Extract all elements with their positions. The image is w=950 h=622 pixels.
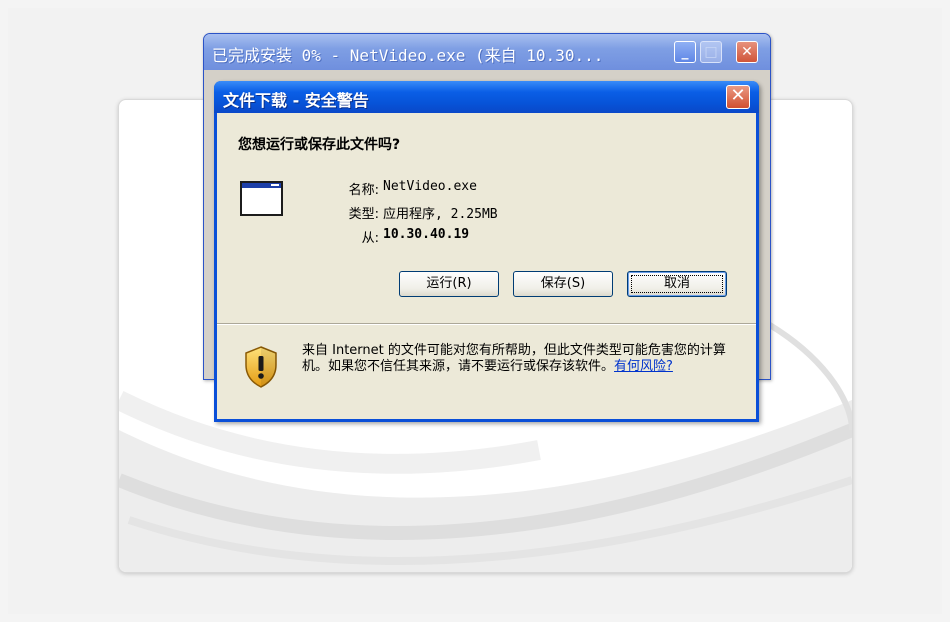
file-source-value: 10.30.40.19 <box>383 227 470 242</box>
minimize-button[interactable]: _ <box>674 41 696 63</box>
dialog-title: 文件下载 - 安全警告 <box>223 91 369 110</box>
minimize-icon: _ <box>681 44 689 60</box>
file-type-value: 应用程序, 2.25MB <box>383 207 498 222</box>
file-download-security-dialog: 文件下载 - 安全警告 ✕ 您想运行或保存此文件吗? 名称: NetVideo.… <box>214 81 759 422</box>
dialog-close-button[interactable]: ✕ <box>726 85 750 109</box>
progress-window-close-button[interactable]: ✕ <box>736 41 758 63</box>
close-icon: ✕ <box>741 44 753 60</box>
application-window-icon <box>240 181 283 216</box>
security-warning-text: 来自 Internet 的文件可能对您有所帮助，但此文件类型可能危害您的计算机。… <box>302 343 742 375</box>
file-type-label: 类型: <box>348 207 379 222</box>
question-heading: 您想运行或保存此文件吗? <box>238 137 401 153</box>
file-name-value: NetVideo.exe <box>383 179 477 194</box>
cancel-button[interactable]: 取消 <box>627 271 727 297</box>
save-button[interactable]: 保存(S) <box>513 271 613 297</box>
file-name-label: 名称: <box>348 183 379 198</box>
progress-window-titlebar[interactable]: 已完成安装 0% - NetVideo.exe (来自 10.30... _ □… <box>204 34 770 70</box>
risk-link[interactable]: 有何风险? <box>614 359 673 374</box>
section-divider <box>217 323 756 325</box>
file-source-label: 从: <box>361 231 379 246</box>
run-button[interactable]: 运行(R) <box>399 271 499 297</box>
close-icon: ✕ <box>730 85 746 106</box>
dialog-titlebar[interactable]: 文件下载 - 安全警告 ✕ <box>214 81 759 113</box>
focus-rectangle <box>631 275 723 293</box>
maximize-button: □ <box>700 41 722 63</box>
maximize-icon: □ <box>704 44 718 60</box>
security-shield-icon <box>245 346 277 388</box>
progress-window-title: 已完成安装 0% - NetVideo.exe (来自 10.30... <box>212 46 604 65</box>
